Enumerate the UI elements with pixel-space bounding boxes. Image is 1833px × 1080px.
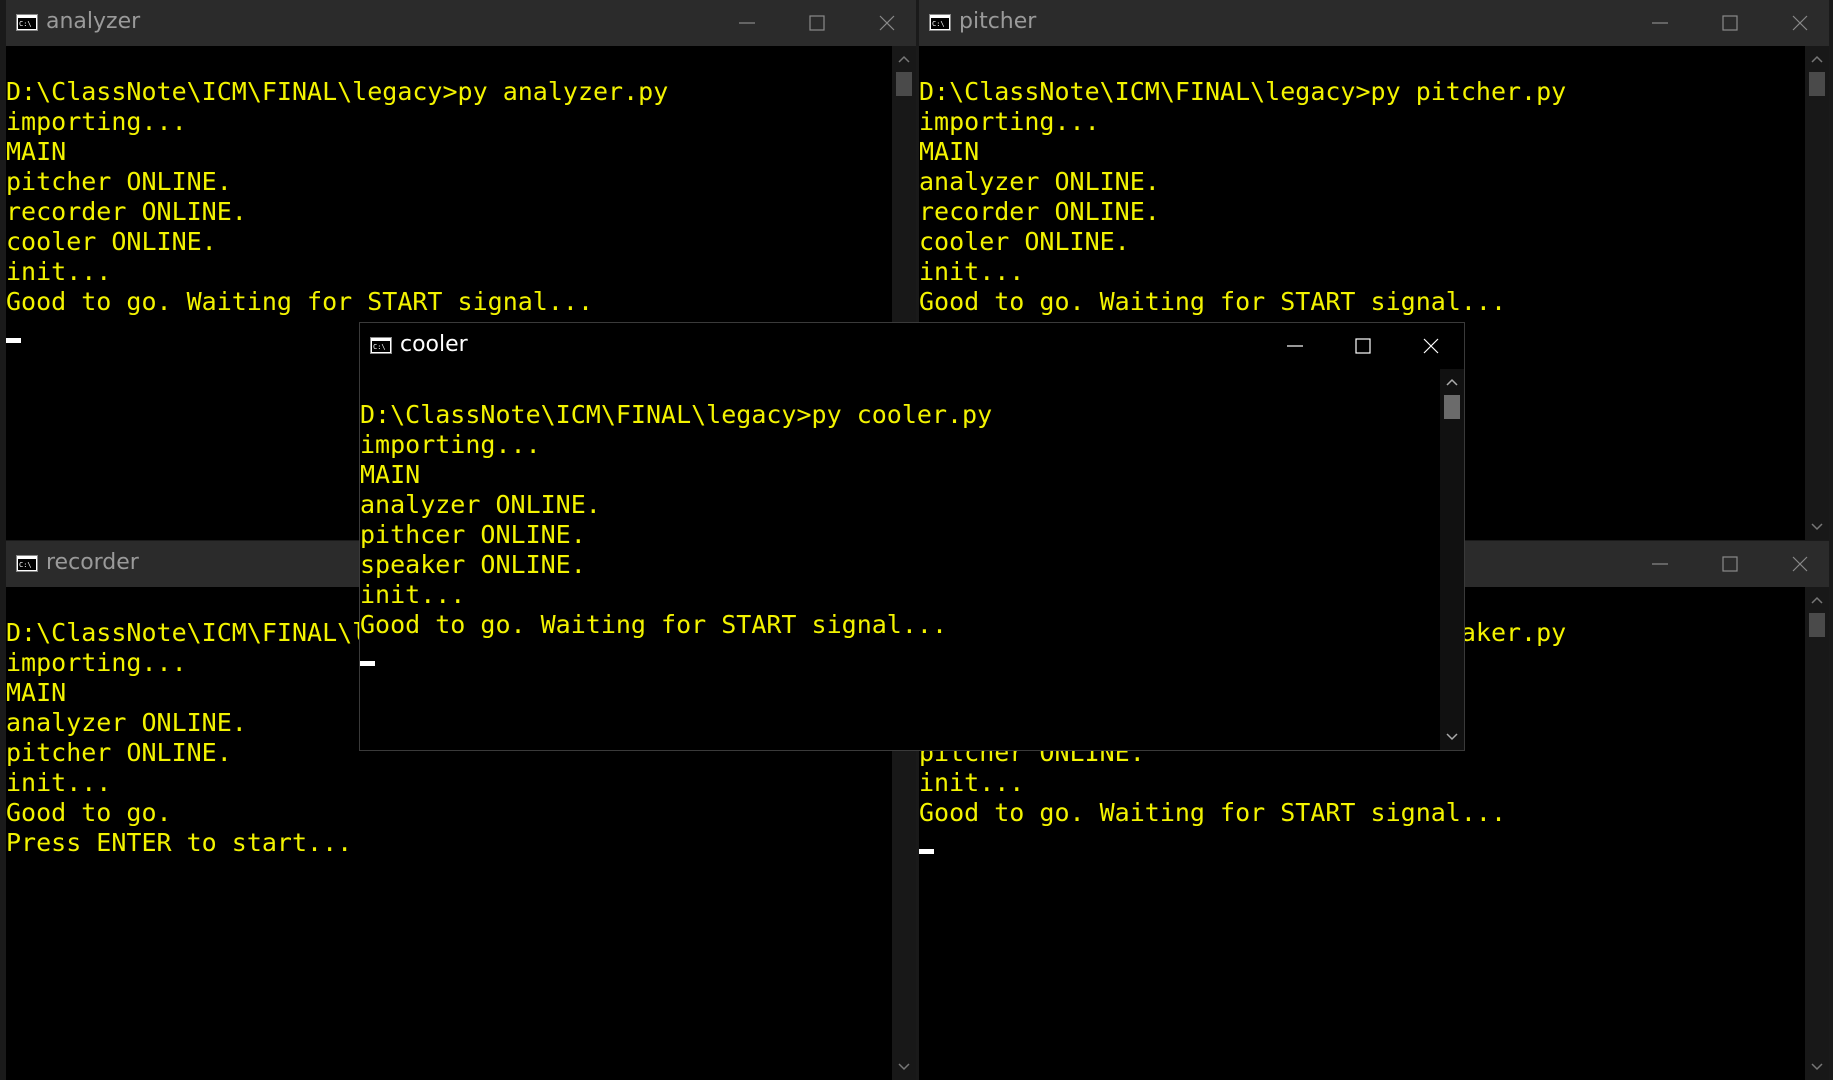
close-button[interactable] xyxy=(1396,323,1464,369)
console-line: MAIN xyxy=(6,137,67,166)
minimize-icon xyxy=(1652,22,1668,24)
console-line: Good to go. Waiting for START signal... xyxy=(919,287,1506,316)
svg-text:C:\: C:\ xyxy=(19,20,32,28)
console-line: importing... xyxy=(360,430,541,459)
minimize-button[interactable] xyxy=(712,0,782,46)
console-line: MAIN xyxy=(919,137,980,166)
console-line: pitcher ONLINE. xyxy=(6,167,232,196)
minimize-button[interactable] xyxy=(1625,0,1695,46)
svg-text:C:\: C:\ xyxy=(932,20,945,28)
window-title: recorder xyxy=(46,550,139,575)
scroll-up-arrow-icon[interactable] xyxy=(1805,589,1829,611)
console-line: init... xyxy=(6,257,112,286)
window-title: cooler xyxy=(400,332,468,357)
maximize-icon xyxy=(809,15,825,31)
console-line: importing... xyxy=(919,107,1100,136)
console-line: Good to go. xyxy=(6,798,172,827)
cooler-window[interactable]: C:\ cooler D:\ClassNote\ICM\FINAL\legacy… xyxy=(359,322,1465,751)
minimize-icon xyxy=(1287,345,1303,347)
text-cursor xyxy=(360,661,375,666)
minimize-button[interactable] xyxy=(1260,323,1330,369)
console-line: init... xyxy=(919,257,1025,286)
minimize-button[interactable] xyxy=(1625,541,1695,587)
maximize-button[interactable] xyxy=(1695,541,1765,587)
scroll-down-arrow-icon[interactable] xyxy=(892,1056,916,1078)
close-button[interactable] xyxy=(852,0,916,46)
scroll-down-arrow-icon[interactable] xyxy=(1805,516,1829,538)
maximize-button[interactable] xyxy=(1695,0,1765,46)
console-line: pithcer ONLINE. xyxy=(360,520,586,549)
pitcher-titlebar[interactable]: C:\ pitcher xyxy=(919,0,1829,46)
console-line: D:\ClassNote\ICM\FINAL\legacy>py cooler.… xyxy=(360,400,993,429)
vertical-scrollbar[interactable] xyxy=(1440,369,1464,750)
close-icon xyxy=(879,15,895,31)
console-line: cooler ONLINE. xyxy=(6,227,217,256)
cooler-titlebar[interactable]: C:\ cooler xyxy=(360,323,1464,369)
vertical-scrollbar[interactable] xyxy=(1805,587,1829,1080)
console-line: speaker ONLINE. xyxy=(360,550,586,579)
svg-text:C:\: C:\ xyxy=(19,561,32,569)
vertical-scrollbar[interactable] xyxy=(1805,46,1829,540)
console-line: importing... xyxy=(6,107,187,136)
console-app-icon: C:\ xyxy=(929,14,951,31)
console-line: cooler ONLINE. xyxy=(919,227,1130,256)
console-line: D:\ClassNote\ICM\FINAL\legacy>py analyze… xyxy=(6,77,669,106)
console-output[interactable]: D:\ClassNote\ICM\FINAL\legacy>py cooler.… xyxy=(360,369,1440,750)
console-line: analyzer ONLINE. xyxy=(360,490,601,519)
console-app-icon: C:\ xyxy=(370,337,392,354)
console-line: Good to go. Waiting for START signal... xyxy=(919,798,1506,827)
scrollbar-thumb[interactable] xyxy=(1809,613,1825,637)
svg-text:C:\: C:\ xyxy=(373,343,386,351)
scroll-down-arrow-icon[interactable] xyxy=(1440,726,1464,748)
console-app-icon: C:\ xyxy=(16,555,38,572)
scroll-up-arrow-icon[interactable] xyxy=(892,48,916,70)
close-icon xyxy=(1792,556,1808,572)
maximize-button[interactable] xyxy=(782,0,852,46)
console-line: Good to go. Waiting for START signal... xyxy=(360,610,947,639)
close-button[interactable] xyxy=(1765,0,1829,46)
maximize-button[interactable] xyxy=(1328,323,1398,369)
console-line: init... xyxy=(360,580,466,609)
maximize-icon xyxy=(1355,338,1371,354)
console-line: init... xyxy=(919,768,1025,797)
maximize-icon xyxy=(1722,556,1738,572)
close-icon xyxy=(1423,338,1439,354)
scrollbar-thumb[interactable] xyxy=(896,72,912,96)
close-button[interactable] xyxy=(1765,541,1829,587)
console-line: Press ENTER to start... xyxy=(6,828,353,857)
console-line: Good to go. Waiting for START signal... xyxy=(6,287,593,316)
console-line: analyzer ONLINE. xyxy=(919,167,1160,196)
close-icon xyxy=(1792,15,1808,31)
scrollbar-thumb[interactable] xyxy=(1444,395,1460,419)
minimize-icon xyxy=(739,22,755,24)
console-line: recorder ONLINE. xyxy=(919,197,1160,226)
console-app-icon: C:\ xyxy=(16,14,38,31)
text-cursor xyxy=(6,338,21,343)
maximize-icon xyxy=(1722,15,1738,31)
scrollbar-thumb[interactable] xyxy=(1809,72,1825,96)
console-line: recorder ONLINE. xyxy=(6,197,247,226)
window-title: pitcher xyxy=(959,9,1037,34)
console-line: D:\ClassNote\ICM\FINAL\legacy>py pitcher… xyxy=(919,77,1567,106)
scroll-up-arrow-icon[interactable] xyxy=(1805,48,1829,70)
minimize-icon xyxy=(1652,563,1668,565)
scroll-down-arrow-icon[interactable] xyxy=(1805,1056,1829,1078)
scroll-up-arrow-icon[interactable] xyxy=(1440,371,1464,393)
window-title: analyzer xyxy=(46,9,141,34)
analyzer-titlebar[interactable]: C:\ analyzer xyxy=(6,0,916,46)
console-line: init... xyxy=(6,768,112,797)
text-cursor xyxy=(919,849,934,854)
console-line: MAIN xyxy=(360,460,421,489)
